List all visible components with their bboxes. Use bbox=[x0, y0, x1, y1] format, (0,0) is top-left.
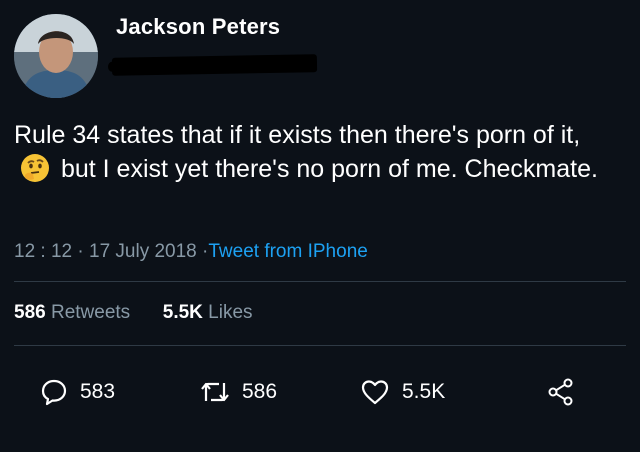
likes-label[interactable]: Likes bbox=[208, 302, 252, 323]
share-button[interactable] bbox=[546, 372, 588, 412]
retweet-icon bbox=[201, 382, 229, 402]
tweet-text: Rule 34 states that if it exists then th… bbox=[14, 118, 614, 186]
meta-separator: · bbox=[77, 241, 84, 262]
tweet-meta: 12 : 12 · 17 July 2018 ·Tweet from IPhon… bbox=[14, 241, 368, 263]
tweet-time: 12 : 12 bbox=[14, 241, 73, 262]
like-count: 5.5K bbox=[402, 380, 446, 403]
thinking-face-emoji bbox=[21, 154, 49, 182]
heart-icon bbox=[361, 380, 389, 405]
retweets-count[interactable]: 586 bbox=[14, 302, 46, 323]
tweet-text-part1: Rule 34 states that if it exists then th… bbox=[14, 121, 581, 149]
tweet-text-part2: but I exist yet there's no porn of me. C… bbox=[60, 155, 598, 183]
reply-button[interactable]: 583 bbox=[40, 372, 115, 412]
tweet-date: 17 July 2018 bbox=[89, 241, 197, 262]
tweet-source-link[interactable]: Tweet from IPhone bbox=[208, 241, 367, 262]
likes-count[interactable]: 5.5K bbox=[163, 302, 203, 323]
author-name[interactable]: Jackson Peters bbox=[116, 14, 280, 40]
avatar[interactable] bbox=[14, 14, 98, 98]
comment-icon bbox=[41, 379, 67, 406]
like-button[interactable]: 5.5K bbox=[360, 372, 445, 412]
redacted-handle bbox=[111, 54, 318, 76]
engagement-stats: 586 Retweets 5.5K Likes bbox=[14, 302, 253, 324]
reply-count: 583 bbox=[80, 380, 116, 403]
retweets-label[interactable]: Retweets bbox=[51, 302, 130, 323]
profile-photo bbox=[14, 14, 98, 98]
divider bbox=[14, 345, 626, 346]
retweet-count: 586 bbox=[242, 380, 278, 403]
retweet-button[interactable]: 586 bbox=[200, 372, 277, 412]
divider bbox=[14, 281, 626, 282]
share-icon bbox=[548, 378, 573, 406]
